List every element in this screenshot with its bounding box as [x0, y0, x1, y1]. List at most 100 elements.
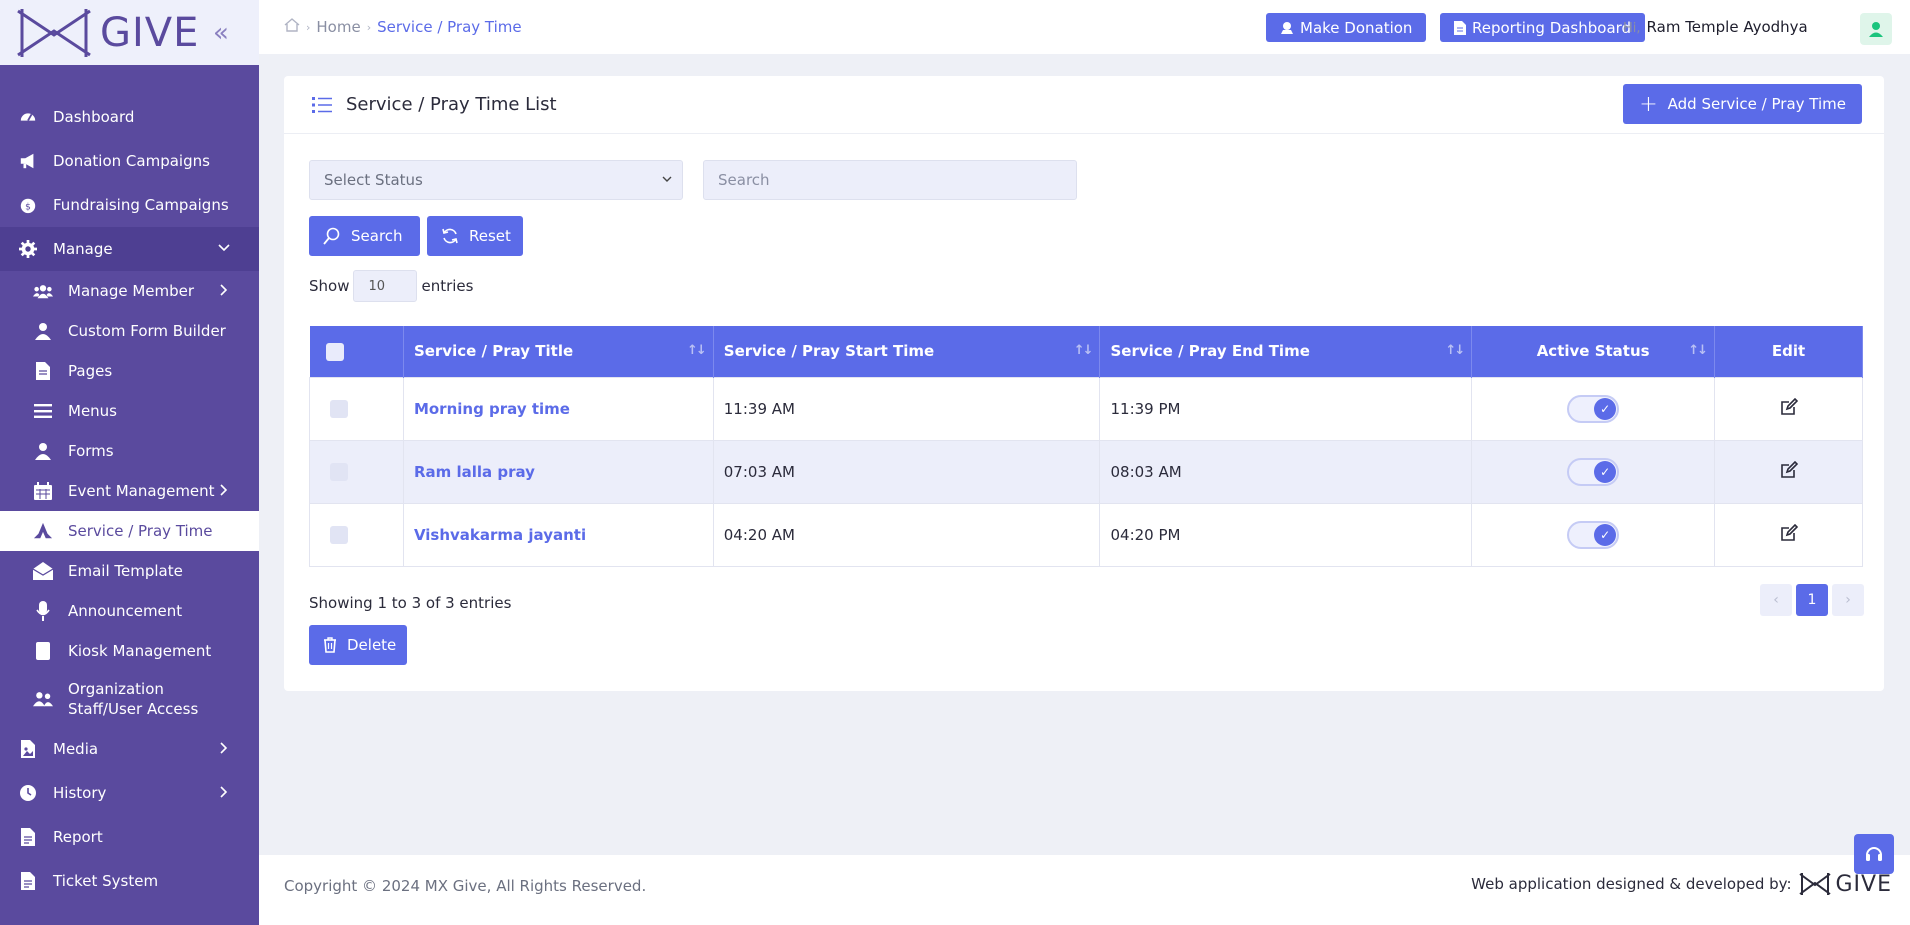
- sidebar-item-email-template[interactable]: Email Template: [0, 551, 259, 591]
- sidebar-item-forms[interactable]: Forms: [0, 431, 259, 471]
- service-title-link[interactable]: Vishvakarma jayanti: [402, 502, 714, 567]
- entries-label: entries: [421, 277, 474, 295]
- breadcrumb: › Home › Service / Pray Time: [284, 17, 522, 37]
- sidebar-item-service-pray-time[interactable]: Service / Pray Time: [0, 511, 259, 551]
- plus-icon: +: [1639, 91, 1658, 117]
- sidebar-nav: Dashboard Donation Campaigns $ Fundraisi…: [0, 65, 259, 903]
- row-checkbox[interactable]: [330, 399, 348, 418]
- logo-text: GIVE: [100, 9, 200, 56]
- edit-cell: [1714, 502, 1863, 567]
- users-icon: [33, 689, 53, 709]
- sidebar-item-label: Service / Pray Time: [68, 522, 213, 540]
- sidebar-item-dashboard[interactable]: Dashboard: [0, 95, 259, 139]
- chevron-down-icon: [662, 173, 672, 187]
- sort-icon[interactable]: ↑↓: [1688, 343, 1708, 358]
- edit-icon[interactable]: [1780, 523, 1798, 542]
- add-service-button[interactable]: + Add Service / Pray Time: [1623, 84, 1862, 124]
- make-donation-label: Make Donation: [1300, 18, 1413, 37]
- sidebar-item-announcement[interactable]: Announcement: [0, 591, 259, 631]
- reporting-dashboard-label: Reporting Dashboard: [1472, 18, 1632, 37]
- sidebar-item-fundraising-campaigns[interactable]: $ Fundraising Campaigns: [0, 183, 259, 227]
- chevron-right-icon: [217, 741, 231, 759]
- sort-icon[interactable]: ↑↓: [687, 343, 707, 358]
- column-header-active-status[interactable]: Active Status ↑↓: [1471, 326, 1716, 377]
- pagination: ‹ 1 ›: [1760, 584, 1884, 616]
- list-icon: [312, 96, 332, 114]
- edit-icon[interactable]: [1780, 397, 1798, 416]
- row-checkbox[interactable]: [330, 525, 348, 544]
- sidebar-item-label: Forms: [68, 442, 114, 460]
- active-status-toggle[interactable]: ✓: [1567, 457, 1620, 486]
- select-all-checkbox[interactable]: [325, 342, 344, 361]
- sidebar-item-report[interactable]: Report: [0, 815, 259, 859]
- gauge-icon: [18, 107, 38, 127]
- sidebar-item-label: History: [53, 784, 107, 802]
- search-input[interactable]: Search: [703, 160, 1077, 200]
- reporting-dashboard-button[interactable]: Reporting Dashboard: [1440, 13, 1646, 42]
- sidebar-item-history[interactable]: History: [0, 771, 259, 815]
- page-prev-button[interactable]: ‹: [1760, 584, 1792, 616]
- end-time: 11:39 PM: [1099, 376, 1473, 441]
- envelope-open-icon: [33, 561, 53, 581]
- users-icon: [33, 281, 53, 301]
- check-icon: ✓: [1594, 397, 1617, 420]
- sidebar-item-media[interactable]: Media: [0, 727, 259, 771]
- column-header-end-time[interactable]: Service / Pray End Time ↑↓: [1099, 326, 1473, 377]
- reset-button[interactable]: Reset: [427, 216, 523, 256]
- logo[interactable]: GIVE «: [0, 0, 259, 65]
- sidebar-item-manage-member[interactable]: Manage Member: [0, 271, 259, 311]
- home-icon[interactable]: [284, 17, 300, 37]
- search-button-label: Search: [351, 227, 403, 245]
- breadcrumb-separator: ›: [366, 20, 372, 34]
- sidebar-item-kiosk-management[interactable]: Kiosk Management: [0, 631, 259, 671]
- column-header-start-time[interactable]: Service / Pray Start Time ↑↓: [713, 326, 1101, 377]
- breadcrumb-home[interactable]: Home: [316, 18, 360, 36]
- sidebar-item-label: Kiosk Management: [68, 642, 212, 660]
- sidebar-item-label: Pages: [68, 362, 113, 380]
- sort-icon[interactable]: ↑↓: [1445, 343, 1465, 358]
- status-select[interactable]: Select Status: [309, 160, 683, 200]
- sidebar-item-manage[interactable]: Manage: [0, 227, 259, 271]
- search-button[interactable]: Search: [309, 216, 420, 256]
- sidebar-item-label: Manage Member: [68, 282, 195, 300]
- file-icon: [33, 361, 53, 381]
- sidebar-item-ticket-system[interactable]: Ticket System: [0, 859, 259, 903]
- active-status-toggle[interactable]: ✓: [1567, 394, 1620, 423]
- sidebar-item-organization-staff[interactable]: Organization Staff/User Access: [0, 671, 259, 727]
- sidebar-item-event-management[interactable]: Event Management: [0, 471, 259, 511]
- edit-cell: [1714, 376, 1863, 441]
- search-input-placeholder: Search: [718, 171, 770, 189]
- collapse-sidebar-icon[interactable]: «: [213, 18, 229, 48]
- row-checkbox[interactable]: [330, 462, 348, 481]
- sidebar: GIVE « Dashboard Donation Campaigns $ Fu…: [0, 0, 259, 925]
- support-headset-button[interactable]: [1854, 834, 1894, 874]
- edit-icon[interactable]: [1780, 460, 1798, 479]
- user-greeting: Hi, Ram Temple Ayodhya: [1623, 18, 1808, 36]
- table-row: Ram lalla pray 07:03 AM 08:03 AM ✓: [309, 439, 1863, 504]
- donation-icon: [1280, 21, 1294, 35]
- footer: Copyright © 2024 MX Give, All Rights Res…: [259, 855, 1910, 925]
- sort-icon[interactable]: ↑↓: [1074, 343, 1094, 358]
- gear-icon: [18, 239, 38, 259]
- file-icon: [18, 871, 38, 891]
- avatar[interactable]: [1860, 13, 1892, 45]
- microphone-icon: [33, 601, 53, 621]
- table-row: Morning pray time 11:39 AM 11:39 PM ✓: [309, 376, 1863, 441]
- column-header-title[interactable]: Service / Pray Title ↑↓: [403, 326, 714, 377]
- service-title-link[interactable]: Morning pray time: [402, 376, 714, 441]
- sidebar-item-custom-form-builder[interactable]: Custom Form Builder: [0, 311, 259, 351]
- delete-button[interactable]: Delete: [309, 625, 407, 665]
- clock-icon: [18, 783, 38, 803]
- make-donation-button[interactable]: Make Donation: [1266, 13, 1427, 42]
- entries-info: Showing 1 to 3 of 3 entries: [309, 594, 512, 612]
- give-logo[interactable]: GIVE: [1798, 871, 1893, 897]
- service-title-link[interactable]: Ram lalla pray: [402, 439, 714, 504]
- active-status-toggle[interactable]: ✓: [1567, 520, 1620, 549]
- page-1-button[interactable]: 1: [1796, 584, 1828, 616]
- sidebar-item-donation-campaigns[interactable]: Donation Campaigns: [0, 139, 259, 183]
- entries-input[interactable]: 10: [353, 270, 418, 302]
- sidebar-item-menus[interactable]: Menus: [0, 391, 259, 431]
- page-next-button[interactable]: ›: [1832, 584, 1864, 616]
- sidebar-item-pages[interactable]: Pages: [0, 351, 259, 391]
- sidebar-item-label: Custom Form Builder: [68, 322, 226, 340]
